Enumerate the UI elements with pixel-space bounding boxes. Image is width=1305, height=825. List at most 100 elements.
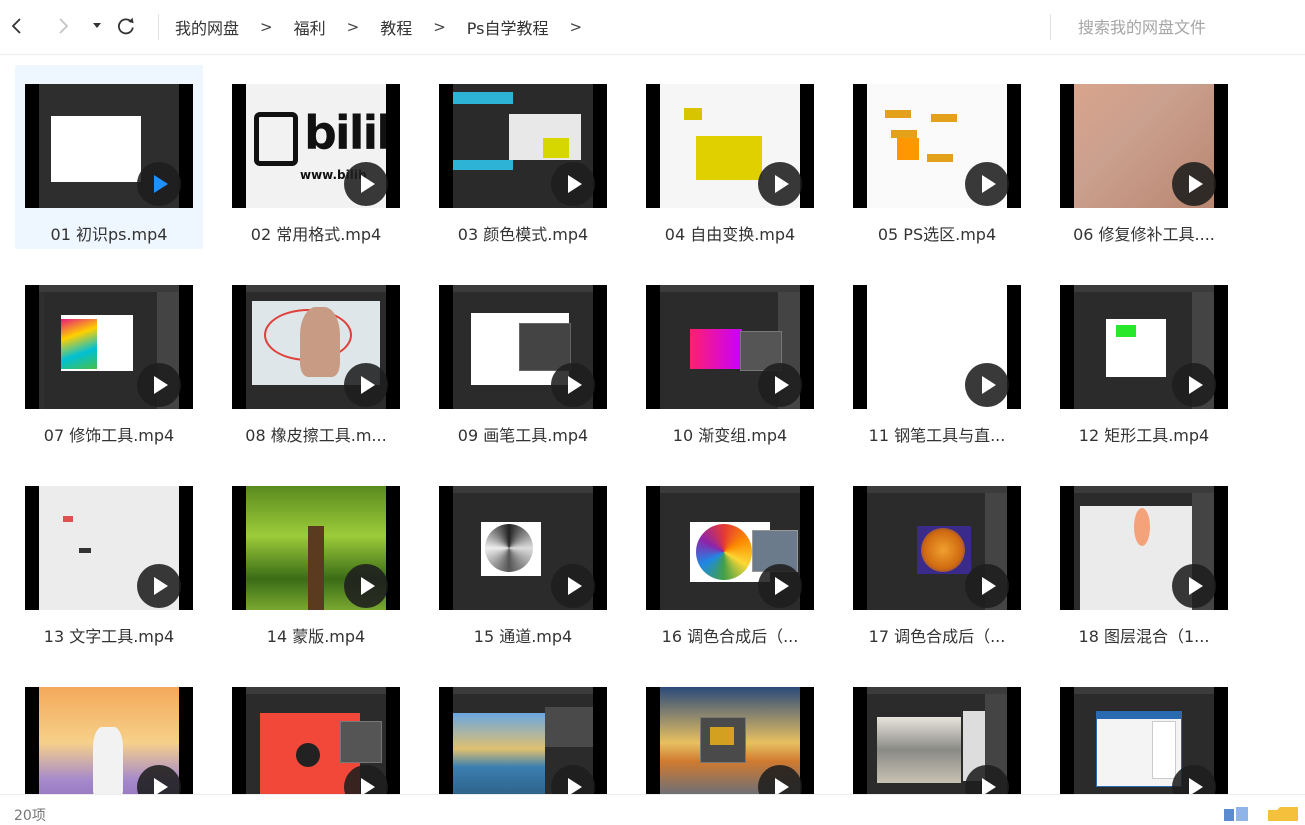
- file-tile[interactable]: 06 修复修补工具....: [1050, 65, 1238, 249]
- file-name: 05 PS选区.mp4: [877, 225, 997, 244]
- file-name: 13 文字工具.mp4: [43, 627, 175, 646]
- file-tile[interactable]: bilib www.bilib 02 常用格式.mp4: [222, 65, 410, 249]
- video-thumbnail: [646, 486, 814, 610]
- file-name: 04 自由变换.mp4: [664, 225, 796, 244]
- item-count: 20项: [14, 808, 46, 824]
- file-name: 14 蒙版.mp4: [266, 627, 366, 646]
- file-name: 12 矩形工具.mp4: [1078, 426, 1210, 445]
- breadcrumb-separator: >: [260, 18, 273, 36]
- chevron-right-icon: [59, 18, 69, 34]
- file-name: 07 修饰工具.mp4: [43, 426, 175, 445]
- file-tile[interactable]: 12 矩形工具.mp4: [1050, 266, 1238, 450]
- status-bar: 20项: [0, 794, 1305, 824]
- file-name: 16 调色合成后（...: [661, 627, 799, 646]
- video-thumbnail: [853, 687, 1021, 794]
- play-icon: [551, 564, 595, 608]
- breadcrumb-separator: >: [433, 18, 446, 36]
- back-button[interactable]: [5, 12, 29, 40]
- play-icon: [344, 363, 388, 407]
- play-icon: [758, 162, 802, 206]
- video-thumbnail: [853, 285, 1021, 409]
- video-thumbnail: [646, 285, 814, 409]
- file-tile[interactable]: 03 颜色模式.mp4: [429, 65, 617, 249]
- video-thumbnail: [853, 84, 1021, 208]
- video-thumbnail: [1060, 285, 1228, 409]
- breadcrumb-item[interactable]: 福利: [294, 15, 326, 39]
- file-tile[interactable]: [843, 668, 1031, 794]
- chevron-left-icon: [11, 18, 21, 34]
- video-thumbnail: [646, 687, 814, 794]
- breadcrumb-separator: >: [569, 18, 583, 36]
- video-thumbnail: [25, 486, 193, 610]
- play-icon: [551, 363, 595, 407]
- file-tile[interactable]: 07 修饰工具.mp4: [15, 266, 203, 450]
- play-icon: [344, 564, 388, 608]
- video-thumbnail: [439, 687, 607, 794]
- file-tile[interactable]: 16 调色合成后（...: [636, 467, 824, 651]
- video-thumbnail: [25, 84, 193, 208]
- video-thumbnail: [232, 687, 400, 794]
- file-name: 08 橡皮擦工具.m...: [245, 426, 387, 445]
- file-tile[interactable]: 08 橡皮擦工具.m...: [222, 266, 410, 450]
- forward-button[interactable]: [51, 12, 75, 40]
- file-tile[interactable]: [1050, 668, 1238, 794]
- file-tile[interactable]: 04 自由变换.mp4: [636, 65, 824, 249]
- thumbnail-text: bilib: [304, 106, 386, 160]
- video-thumbnail: [1060, 486, 1228, 610]
- breadcrumb-item[interactable]: 教程: [380, 15, 412, 39]
- file-tile[interactable]: [222, 668, 410, 794]
- file-tile[interactable]: [636, 668, 824, 794]
- video-thumbnail: [1060, 84, 1228, 208]
- file-grid: 01 初识ps.mp4 bilib www.bilib 02 常用格式.mp4 …: [0, 57, 1305, 794]
- file-tile[interactable]: 11 钢笔工具与直...: [843, 266, 1031, 450]
- divider: [158, 14, 159, 40]
- play-icon: [344, 162, 388, 206]
- divider: [1050, 14, 1051, 40]
- file-tile[interactable]: 17 调色合成后（...: [843, 467, 1031, 651]
- file-tile[interactable]: 15 通道.mp4: [429, 467, 617, 651]
- video-thumbnail: [25, 285, 193, 409]
- file-tile[interactable]: 18 图层混合（1...: [1050, 467, 1238, 651]
- file-tile[interactable]: 09 画笔工具.mp4: [429, 266, 617, 450]
- play-icon: [758, 564, 802, 608]
- video-thumbnail: [439, 285, 607, 409]
- breadcrumb-item[interactable]: Ps自学教程: [467, 15, 549, 39]
- file-tile[interactable]: 13 文字工具.mp4: [15, 467, 203, 651]
- play-icon: [758, 363, 802, 407]
- play-icon: [965, 363, 1009, 407]
- video-thumbnail: [25, 687, 193, 794]
- history-dropdown-button[interactable]: [86, 12, 108, 40]
- play-icon: [965, 564, 1009, 608]
- search-input[interactable]: [1062, 12, 1305, 42]
- file-name: 10 渐变组.mp4: [672, 426, 788, 445]
- breadcrumb-separator: >: [346, 18, 360, 36]
- file-tile[interactable]: 10 渐变组.mp4: [636, 266, 824, 450]
- breadcrumb-item[interactable]: 我的网盘: [175, 15, 239, 39]
- file-tile[interactable]: [15, 668, 203, 794]
- video-thumbnail: bilib www.bilib: [232, 84, 400, 208]
- file-name: 15 通道.mp4: [473, 627, 573, 646]
- file-tile[interactable]: 05 PS选区.mp4: [843, 65, 1031, 249]
- file-name: 06 修复修补工具....: [1073, 225, 1215, 244]
- file-name: 11 钢笔工具与直...: [868, 426, 1006, 445]
- file-tile[interactable]: 01 初识ps.mp4: [15, 65, 203, 249]
- video-thumbnail: [232, 486, 400, 610]
- play-icon: [1172, 363, 1216, 407]
- file-tile[interactable]: [429, 668, 617, 794]
- toolbar: 我的网盘 > 福利 > 教程 > Ps自学教程 >: [0, 0, 1305, 55]
- play-icon: [1172, 564, 1216, 608]
- file-name: 01 初识ps.mp4: [50, 225, 168, 244]
- file-name: 09 画笔工具.mp4: [457, 426, 589, 445]
- file-name: 03 颜色模式.mp4: [457, 225, 589, 244]
- video-thumbnail: [439, 84, 607, 208]
- video-thumbnail: [646, 84, 814, 208]
- play-icon: [137, 363, 181, 407]
- caret-down-icon: [93, 23, 101, 28]
- play-icon: [137, 162, 181, 206]
- file-tile[interactable]: 14 蒙版.mp4: [222, 467, 410, 651]
- play-icon: [551, 162, 595, 206]
- refresh-icon: [118, 17, 134, 35]
- video-thumbnail: [232, 285, 400, 409]
- file-name: 02 常用格式.mp4: [250, 225, 382, 244]
- refresh-button[interactable]: [114, 12, 138, 40]
